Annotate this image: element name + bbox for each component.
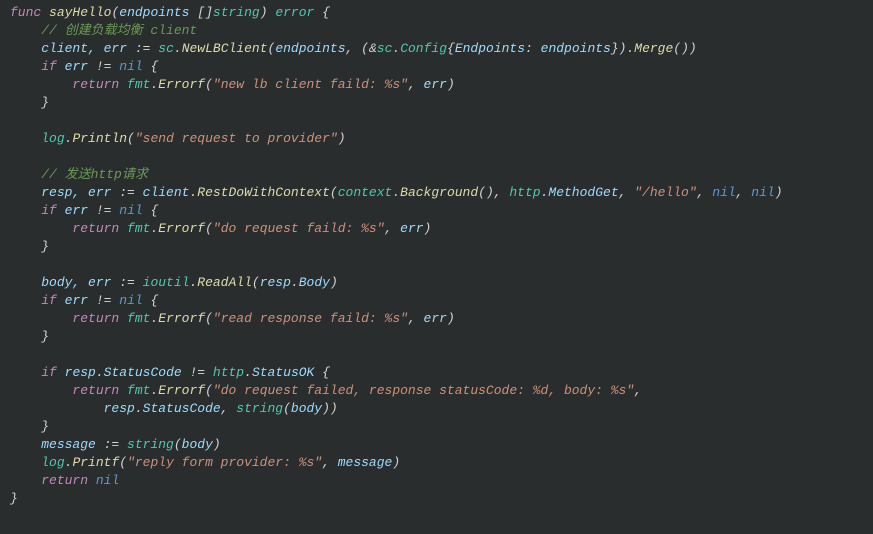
code-line: body, err := ioutil.ReadAll(resp.Body): [0, 274, 873, 292]
code-line: if err != nil {: [0, 58, 873, 76]
code-line: [0, 256, 873, 274]
code-line: }: [0, 418, 873, 436]
code-line: }: [0, 328, 873, 346]
code-line: }: [0, 238, 873, 256]
code-line: if err != nil {: [0, 292, 873, 310]
code-line: log.Println("send request to provider"): [0, 130, 873, 148]
code-line: resp, err := client.RestDoWithContext(co…: [0, 184, 873, 202]
code-line: log.Printf("reply form provider: %s", me…: [0, 454, 873, 472]
code-line: return fmt.Errorf("do request failed, re…: [0, 382, 873, 400]
code-line: }: [0, 490, 873, 508]
code-line: resp.StatusCode, string(body)): [0, 400, 873, 418]
code-line: if resp.StatusCode != http.StatusOK {: [0, 364, 873, 382]
code-line: // 发送http请求: [0, 166, 873, 184]
code-line: }: [0, 94, 873, 112]
code-line: // 创建负载均衡 client: [0, 22, 873, 40]
code-line: [0, 112, 873, 130]
code-line: message := string(body): [0, 436, 873, 454]
code-line: func sayHello(endpoints []string) error …: [0, 4, 873, 22]
code-line: client, err := sc.NewLBClient(endpoints,…: [0, 40, 873, 58]
code-line: if err != nil {: [0, 202, 873, 220]
code-line: [0, 346, 873, 364]
code-line: [0, 148, 873, 166]
code-line: return fmt.Errorf("new lb client faild: …: [0, 76, 873, 94]
code-line: return fmt.Errorf("read response faild: …: [0, 310, 873, 328]
code-line: return fmt.Errorf("do request faild: %s"…: [0, 220, 873, 238]
code-editor[interactable]: func sayHello(endpoints []string) error …: [0, 4, 873, 508]
code-line: return nil: [0, 472, 873, 490]
